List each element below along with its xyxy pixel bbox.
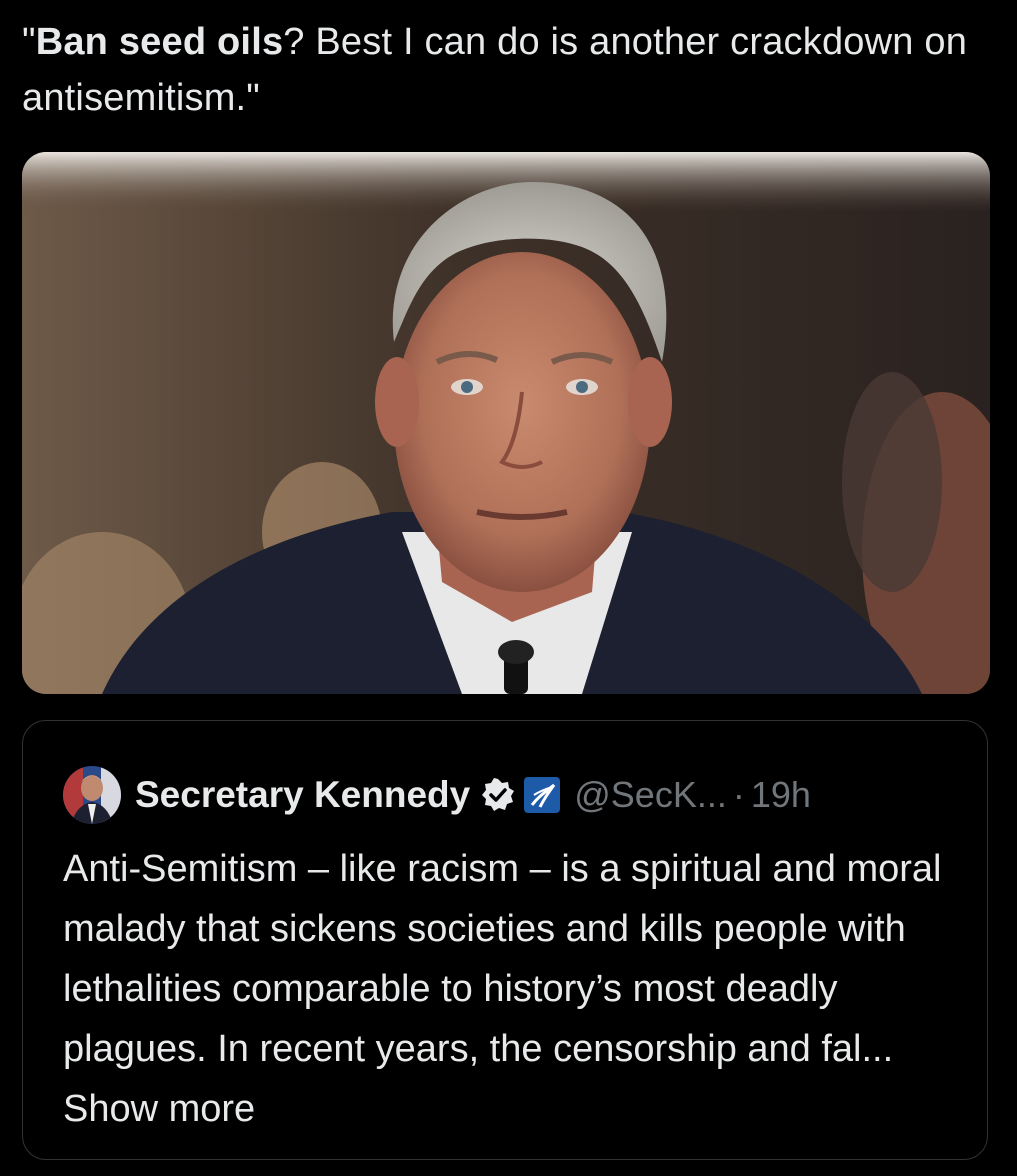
verified-badge-icon — [480, 777, 516, 813]
avatar[interactable] — [63, 766, 121, 824]
quoted-post[interactable]: Secretary Kennedy @SecK... · 19h Anti-Se… — [22, 720, 988, 1160]
post-text-bold: Ban seed oils — [35, 21, 284, 63]
hhs-org-badge-icon — [522, 775, 562, 815]
quoted-post-header: Secretary Kennedy @SecK... · 19h — [63, 765, 811, 825]
post-timestamp[interactable]: 19h — [751, 774, 811, 816]
separator-dot: · — [732, 774, 745, 815]
quoted-post-text: Anti-Semitism – like racism – is a spiri… — [63, 848, 942, 1070]
post-text: "Ban seed oils? Best I can do is another… — [22, 14, 982, 126]
quoted-post-body: Anti-Semitism – like racism – is a spiri… — [63, 839, 963, 1139]
post-image[interactable] — [22, 152, 990, 694]
avatar-image — [63, 766, 121, 824]
author-handle[interactable]: @SecK... — [574, 774, 727, 816]
photo-of-man-at-hearing — [22, 152, 990, 694]
show-more-link[interactable]: Show more — [63, 1088, 255, 1130]
post-text-quote-open: " — [22, 21, 36, 63]
author-name[interactable]: Secretary Kennedy — [135, 774, 470, 816]
